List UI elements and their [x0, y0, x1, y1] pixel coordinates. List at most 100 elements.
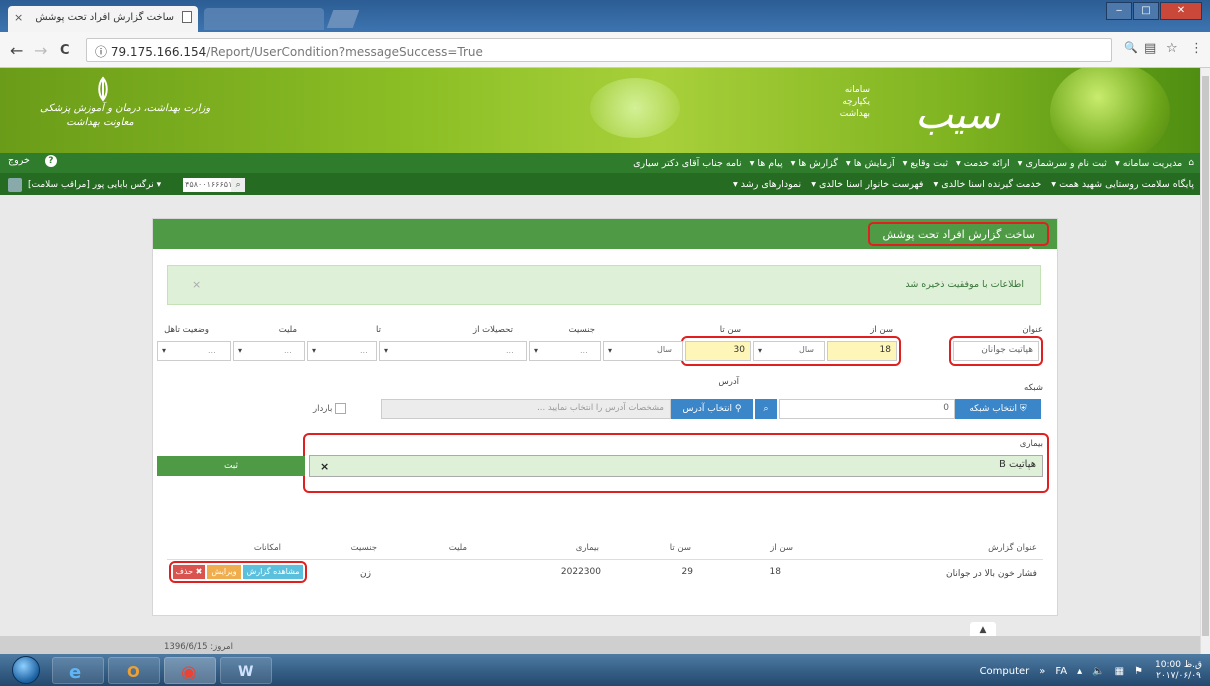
network-search-button[interactable]: ⌕: [755, 399, 777, 419]
select-address-button[interactable]: ⚲ انتخاب آدرس: [671, 399, 753, 419]
scrollbar-thumb[interactable]: [1202, 76, 1209, 636]
disease-tag: هپاتیت B: [998, 459, 1036, 470]
forward-arrow-icon[interactable]: →: [34, 41, 47, 60]
exit-link[interactable]: خروج: [8, 155, 30, 166]
col-nationality: ملیت: [448, 543, 467, 553]
language-indicator[interactable]: FA: [1055, 666, 1067, 677]
back-arrow-icon[interactable]: ←: [10, 41, 23, 60]
apple-graphic: [1050, 68, 1170, 153]
today-date: امروز: 1396/6/15: [164, 642, 233, 652]
site-banner: سیب سامانه یکپارچه بهداشت وزارت بهداشت، …: [0, 68, 1200, 153]
age-from-unit-select[interactable]: ▾ سال: [753, 341, 825, 361]
nav-item-services[interactable]: ارائه خدمت ▾: [956, 158, 1010, 169]
window-close-icon[interactable]: ✕: [1160, 2, 1202, 20]
label-address: آدرس: [718, 377, 739, 387]
cell-gender: زن: [360, 569, 371, 579]
age-to-unit: سال: [657, 345, 672, 354]
chevron-down-icon: ▾: [162, 346, 167, 355]
label-title: عنوان: [1022, 325, 1043, 335]
nav-item-growth-charts[interactable]: نمودارهای رشد ▾: [733, 179, 801, 190]
nav-item-tests[interactable]: آزمایش ها ▾: [846, 158, 895, 169]
nav-item-letter[interactable]: نامه جناب آقای دکتر سیاری: [633, 158, 742, 169]
tray-expand-icon[interactable]: ▴: [1077, 666, 1082, 677]
national-code-input[interactable]: ۴۵۸۰۰۱۶۶۶۵۱: [183, 178, 232, 192]
placeholder-dots: ...: [208, 346, 216, 355]
user-name[interactable]: نرگس بابایی پور [مراقب سلامت] ▾: [28, 180, 161, 190]
user-settings-icon[interactable]: [8, 178, 22, 192]
education-from-select[interactable]: ▾ ...: [379, 341, 527, 361]
chevron-down-icon: ▾: [312, 346, 317, 355]
chevron-down-icon: ▾: [384, 346, 389, 355]
zoom-icon[interactable]: 🔍: [1124, 41, 1138, 54]
nav-item-messages[interactable]: پیام ها ▾: [750, 158, 783, 169]
site-info-icon[interactable]: ⓘ: [95, 45, 107, 59]
browser-tab[interactable]: × ساخت گزارش افراد تحت پوشش: [8, 6, 198, 32]
col-age-to: سن تا: [669, 543, 691, 553]
nav-item-registration[interactable]: ثبت نام و سرشماری ▾: [1018, 158, 1107, 169]
browser-tab-inactive[interactable]: [204, 8, 324, 30]
help-icon[interactable]: ?: [44, 155, 57, 167]
volume-icon[interactable]: 🔈: [1092, 666, 1104, 677]
disease-tag-input[interactable]: هپاتیت B ×: [309, 455, 1043, 477]
tab-close-icon[interactable]: ×: [14, 11, 23, 24]
title-input[interactable]: هپاتیت جوانان: [953, 341, 1039, 361]
home-icon[interactable]: ⌂: [1188, 158, 1194, 168]
age-from-input[interactable]: 18: [827, 341, 897, 361]
select-address-label: انتخاب آدرس: [682, 404, 732, 414]
search-icon[interactable]: ⌕: [231, 178, 246, 192]
cell-disease: 2022300: [560, 567, 601, 577]
select-network-button[interactable]: ⛨ انتخاب شبکه: [955, 399, 1041, 419]
nationality-select[interactable]: ▾ ...: [233, 341, 305, 361]
network-input[interactable]: 0: [779, 399, 955, 419]
computer-toolbar[interactable]: Computer: [980, 666, 1030, 677]
vertical-scrollbar[interactable]: [1200, 68, 1210, 654]
nav-item-events[interactable]: ثبت وقایع ▾: [903, 158, 948, 169]
panel-header: ساخت گزارش افراد تحت پوشش: [153, 219, 1057, 253]
submit-button[interactable]: ثبت: [157, 456, 305, 476]
nav-item-service-recipient[interactable]: خدمت گیرنده اسنا خالدی ▾: [933, 179, 1041, 190]
maximize-icon[interactable]: □: [1133, 2, 1159, 20]
clock[interactable]: 10:00 ق.ظ ۲۰۱۷/۰۶/۰۹: [1155, 660, 1202, 682]
edit-button[interactable]: ویرایش: [207, 565, 241, 579]
network-tray-icon[interactable]: ▦: [1115, 666, 1124, 677]
placeholder-dots: ...: [360, 346, 368, 355]
placeholder-dots: ...: [580, 346, 588, 355]
url-path: /Report/UserCondition?messageSuccess=Tru…: [206, 45, 483, 59]
browser-menu-icon[interactable]: ⋮: [1190, 41, 1203, 56]
address-input[interactable]: مشخصات آدرس را انتخاب نمایید ...: [381, 399, 671, 419]
pregnant-checkbox[interactable]: باردار: [313, 403, 347, 414]
nav-item-health-center[interactable]: پایگاه سلامت روستایی شهید همت ▾: [1051, 179, 1194, 190]
gender-select[interactable]: ▾ ...: [529, 341, 601, 361]
browser-toolbar: ← → C ⓘ 79.175.166.154/Report/UserCondit…: [0, 32, 1210, 68]
tag-remove-icon[interactable]: ×: [320, 460, 329, 473]
age-to-input[interactable]: 30: [685, 341, 751, 361]
toolbar-chevrons[interactable]: »: [1039, 666, 1045, 677]
site-logo[interactable]: سیب: [915, 92, 1000, 138]
main-nav: ⌂ مدیریت سامانه ▾ ثبت نام و سرشماری ▾ ار…: [0, 153, 1200, 173]
nav-item-system-admin[interactable]: مدیریت سامانه ▾: [1115, 158, 1182, 169]
checkbox-icon[interactable]: [335, 403, 347, 414]
taskbar-word[interactable]: W: [220, 657, 272, 684]
bookmark-star-icon[interactable]: ☆: [1166, 41, 1178, 56]
new-tab-button[interactable]: [326, 10, 360, 28]
age-to-unit-select[interactable]: ▾ سال: [603, 341, 683, 361]
minimize-icon[interactable]: ‒: [1106, 2, 1132, 20]
clock-time: 10:00 ق.ظ: [1155, 660, 1202, 670]
reload-icon[interactable]: C: [60, 43, 70, 58]
taskbar-ie[interactable]: e: [52, 657, 104, 684]
education-to-select[interactable]: ▾ ...: [307, 341, 377, 361]
nav-item-household-list[interactable]: فهرست خانوار اسنا خالدی ▾: [811, 179, 923, 190]
taskbar-outlook[interactable]: O: [108, 657, 160, 684]
cell-age-to: 29: [681, 567, 693, 577]
marital-status-select[interactable]: ▾ ...: [157, 341, 231, 361]
start-button[interactable]: [12, 656, 40, 684]
taskbar-chrome[interactable]: ◉: [164, 657, 216, 684]
nav-item-reports[interactable]: گزارش ها ▾: [791, 158, 838, 169]
delete-button[interactable]: ✖ حذف: [173, 565, 205, 579]
action-center-icon[interactable]: ⚑: [1134, 666, 1143, 677]
windows-taskbar: e O ◉ W Computer » FA ▴ 🔈 ▦ ⚑ 10:00 ق.ظ …: [0, 654, 1210, 686]
view-report-button[interactable]: مشاهده گزارش: [243, 565, 303, 579]
address-bar[interactable]: ⓘ 79.175.166.154/Report/UserCondition?me…: [86, 38, 1112, 62]
alert-close-icon[interactable]: ×: [192, 278, 201, 291]
translate-icon[interactable]: ▤: [1144, 41, 1156, 56]
